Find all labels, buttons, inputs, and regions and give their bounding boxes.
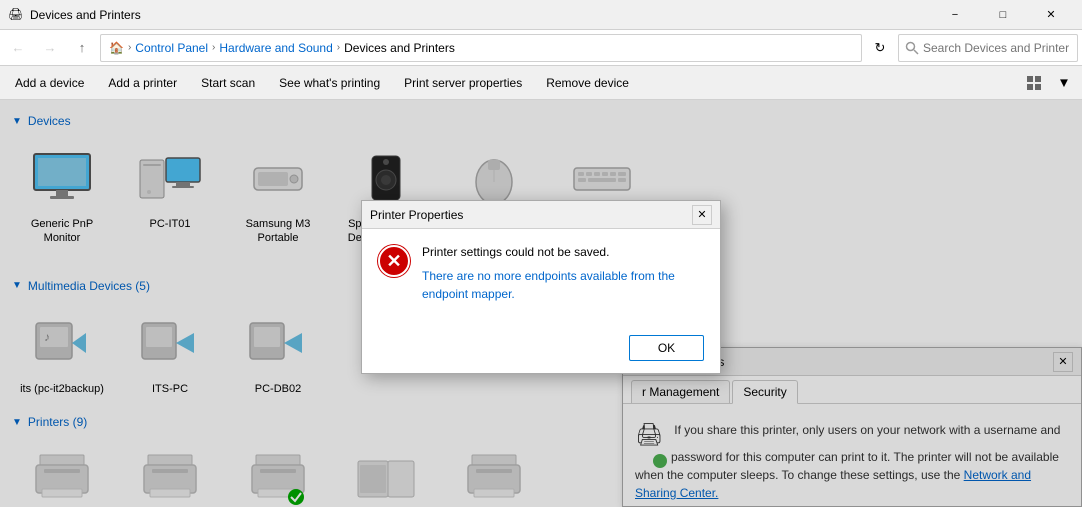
close-button[interactable]: ✕ — [1028, 0, 1074, 30]
view-dropdown-button[interactable]: ▼ — [1050, 69, 1078, 97]
error-main-text: Printer settings could not be saved. — [422, 245, 704, 259]
modal-overlay: Printer Properties ✕ ✕ Printer settings … — [0, 100, 1082, 507]
error-dialog-title: Printer Properties — [370, 208, 692, 222]
back-button[interactable]: ← — [4, 34, 32, 62]
printer-properties-error-dialog: Printer Properties ✕ ✕ Printer settings … — [361, 200, 721, 374]
breadcrumb-control-panel[interactable]: Control Panel — [135, 41, 208, 55]
error-dialog-message: ✕ Printer settings could not be saved. T… — [378, 245, 704, 303]
error-dialog-title-bar: Printer Properties ✕ — [362, 201, 720, 229]
error-dialog-close-button[interactable]: ✕ — [692, 205, 712, 225]
breadcrumb-home-icon: 🏠 — [109, 41, 124, 55]
maximize-button[interactable]: □ — [980, 0, 1026, 30]
window-controls: − □ ✕ — [932, 0, 1074, 30]
view-toggle-button[interactable] — [1020, 69, 1048, 97]
title-bar: 🖨 Devices and Printers − □ ✕ — [0, 0, 1082, 30]
window-title: Devices and Printers — [30, 8, 932, 22]
error-dialog-body: ✕ Printer settings could not be saved. T… — [362, 229, 720, 327]
error-dialog-texts: Printer settings could not be saved. The… — [422, 245, 704, 303]
breadcrumb-hardware-sound[interactable]: Hardware and Sound — [219, 41, 332, 55]
see-whats-printing-button[interactable]: See what's printing — [268, 69, 391, 97]
add-device-button[interactable]: Add a device — [4, 69, 95, 97]
search-input[interactable] — [898, 34, 1078, 62]
minimize-button[interactable]: − — [932, 0, 978, 30]
breadcrumb-devices-printers[interactable]: Devices and Printers — [344, 41, 455, 55]
main-content: ▼ Devices Generic PnP Monitor — [0, 100, 1082, 507]
print-server-properties-button[interactable]: Print server properties — [393, 69, 533, 97]
up-button[interactable]: ↑ — [68, 34, 96, 62]
error-sub-text: There are no more endpoints available fr… — [422, 267, 704, 303]
refresh-button[interactable]: ↻ — [866, 34, 894, 62]
start-scan-button[interactable]: Start scan — [190, 69, 266, 97]
breadcrumb: 🏠 › Control Panel › Hardware and Sound ›… — [100, 34, 862, 62]
ok-button[interactable]: OK — [629, 335, 704, 361]
remove-device-button[interactable]: Remove device — [535, 69, 640, 97]
error-icon: ✕ — [378, 245, 410, 277]
error-dialog-buttons: OK — [362, 327, 720, 373]
view-controls: ▼ — [1020, 69, 1078, 97]
window-icon: 🖨 — [8, 7, 24, 23]
forward-button[interactable]: → — [36, 34, 64, 62]
add-printer-button[interactable]: Add a printer — [97, 69, 188, 97]
address-bar: ← → ↑ 🏠 › Control Panel › Hardware and S… — [0, 30, 1082, 66]
toolbar: Add a device Add a printer Start scan Se… — [0, 66, 1082, 100]
